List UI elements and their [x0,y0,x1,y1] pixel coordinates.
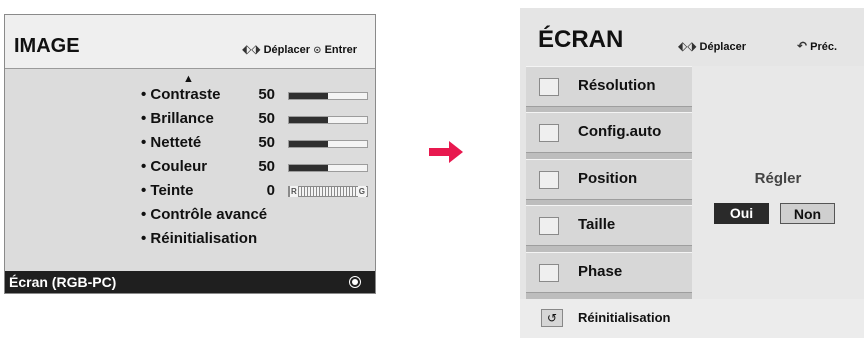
size-icon [539,217,559,235]
image-menu-panel: IMAGE ⬖⬗ Déplacer ⊙ Entrer ▲ • Contraste… [4,14,376,294]
auto-config-dialog: Régler Oui Non [692,66,864,299]
menu-item-label: • Contrôle avancé [141,206,268,223]
hint-move-label: Déplacer [263,44,311,56]
couleur-value: 50 [258,158,275,175]
phase-icon [539,264,559,282]
menu-item-brillance[interactable]: • Brillance [141,110,214,132]
brillance-value: 50 [258,110,275,127]
move-arrows-icon: ⬖⬗ [678,39,697,53]
menu-item-label: • Netteté [141,134,202,151]
menu-item-label: • Teinte [141,182,194,199]
sidebar-item-label: Taille [578,216,616,233]
sidebar-item-label: Résolution [578,77,656,94]
enter-button-icon [349,276,361,288]
slider-fill [289,165,328,171]
image-menu-header: IMAGE ⬖⬗ Déplacer ⊙ Entrer [5,15,375,69]
menu-item-contraste[interactable]: • Contraste [141,86,220,108]
sidebar-item-label: Config.auto [578,123,662,140]
auto-config-icon [539,124,559,142]
sidebar-item-config-auto[interactable]: Config.auto [526,112,692,153]
menu-item-label: • Brillance [141,110,214,127]
nettete-value: 50 [258,134,275,151]
image-menu-title: IMAGE [14,35,80,57]
reset-label: Réinitialisation [578,310,671,325]
menu-item-label: • Couleur [141,158,208,175]
slider-fill [289,141,328,147]
slider-fill [289,93,328,99]
adjust-prompt: Régler [754,170,802,187]
hint-back-label: Préc. [810,41,838,53]
selected-item-label: Écran (RGB-PC) [9,274,117,290]
arrow-shape [429,141,463,163]
menu-item-label: • Contraste [141,86,221,103]
ok-icon: ⊙ [313,45,322,56]
menu-item-ecran-selected[interactable]: Écran (RGB-PC) [5,271,375,293]
nettete-slider[interactable] [288,140,368,148]
back-icon: ↶ [797,39,808,53]
contraste-slider[interactable] [288,92,368,100]
couleur-slider[interactable] [288,164,368,172]
sidebar-item-resolution[interactable]: Résolution [526,66,692,107]
no-button[interactable]: Non [780,203,835,224]
tint-green-label: G [357,186,366,197]
scroll-up-icon[interactable]: ▲ [183,73,194,85]
teinte-value: 0 [266,182,275,199]
sidebar-item-phase[interactable]: Phase [526,252,692,293]
contraste-value: 50 [258,86,275,103]
menu-item-couleur[interactable]: • Couleur [141,158,207,180]
teinte-slider[interactable]: R G [288,186,368,197]
sidebar-item-taille[interactable]: Taille [526,205,692,246]
position-icon [539,171,559,189]
reset-item[interactable]: ↺ Réinitialisation [520,299,864,338]
screen-menu-hint-move: ⬖⬗ Déplacer [678,39,746,53]
move-arrows-icon: ⬖⬗ [242,42,261,56]
screen-menu-sidebar: Résolution Config.auto Position Taille P… [526,66,692,299]
screen-menu-hint-back[interactable]: ↶ Préc. [797,39,837,53]
yes-button[interactable]: Oui [714,203,769,224]
sidebar-item-label: Phase [578,263,623,280]
screen-menu-title: ÉCRAN [538,26,624,53]
hint-enter-label: Entrer [324,44,357,56]
slider-fill [289,117,328,123]
transition-arrow-icon [429,141,463,163]
image-menu-hint: ⬖⬗ Déplacer ⊙ Entrer [242,42,357,56]
hint-move-label: Déplacer [699,41,747,53]
menu-item-controle-avance[interactable]: • Contrôle avancé [141,206,267,228]
menu-item-teinte[interactable]: • Teinte [141,182,193,204]
menu-item-label: • Réinitialisation [141,230,258,247]
resolution-icon [539,78,559,96]
menu-item-reinitialisation[interactable]: • Réinitialisation [141,230,257,252]
menu-item-nettete[interactable]: • Netteté [141,134,201,156]
sidebar-item-position[interactable]: Position [526,159,692,200]
reset-icon: ↺ [541,309,563,327]
sidebar-item-label: Position [578,170,638,187]
brillance-slider[interactable] [288,116,368,124]
tint-red-label: R [290,186,298,197]
screen-menu-panel: ÉCRAN ⬖⬗ Déplacer ↶ Préc. Résolution Con… [520,8,864,338]
